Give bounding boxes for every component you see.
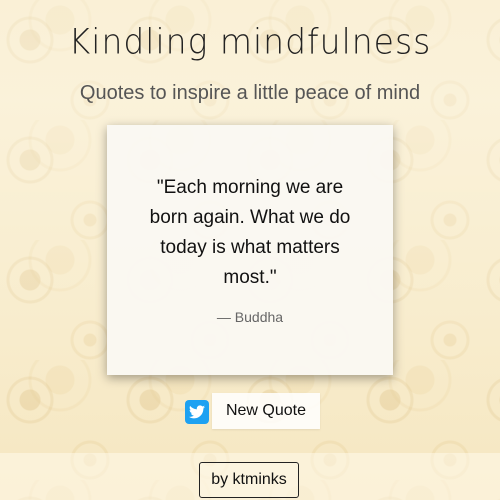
tweet-button[interactable]	[185, 400, 209, 424]
new-quote-button[interactable]: New Quote	[212, 393, 320, 429]
page-subtitle: Quotes to inspire a little peace of mind	[79, 82, 421, 104]
quote-text: "Each morning we are born again. What we…	[149, 177, 351, 288]
twitter-icon	[189, 405, 205, 419]
page-title: Kindling mindfulness	[68, 21, 432, 62]
quote-author: — Buddha	[216, 309, 284, 325]
quote-card: "Each morning we are born again. What we…	[107, 125, 393, 375]
author-credit-link[interactable]: by ktminks	[199, 462, 299, 498]
